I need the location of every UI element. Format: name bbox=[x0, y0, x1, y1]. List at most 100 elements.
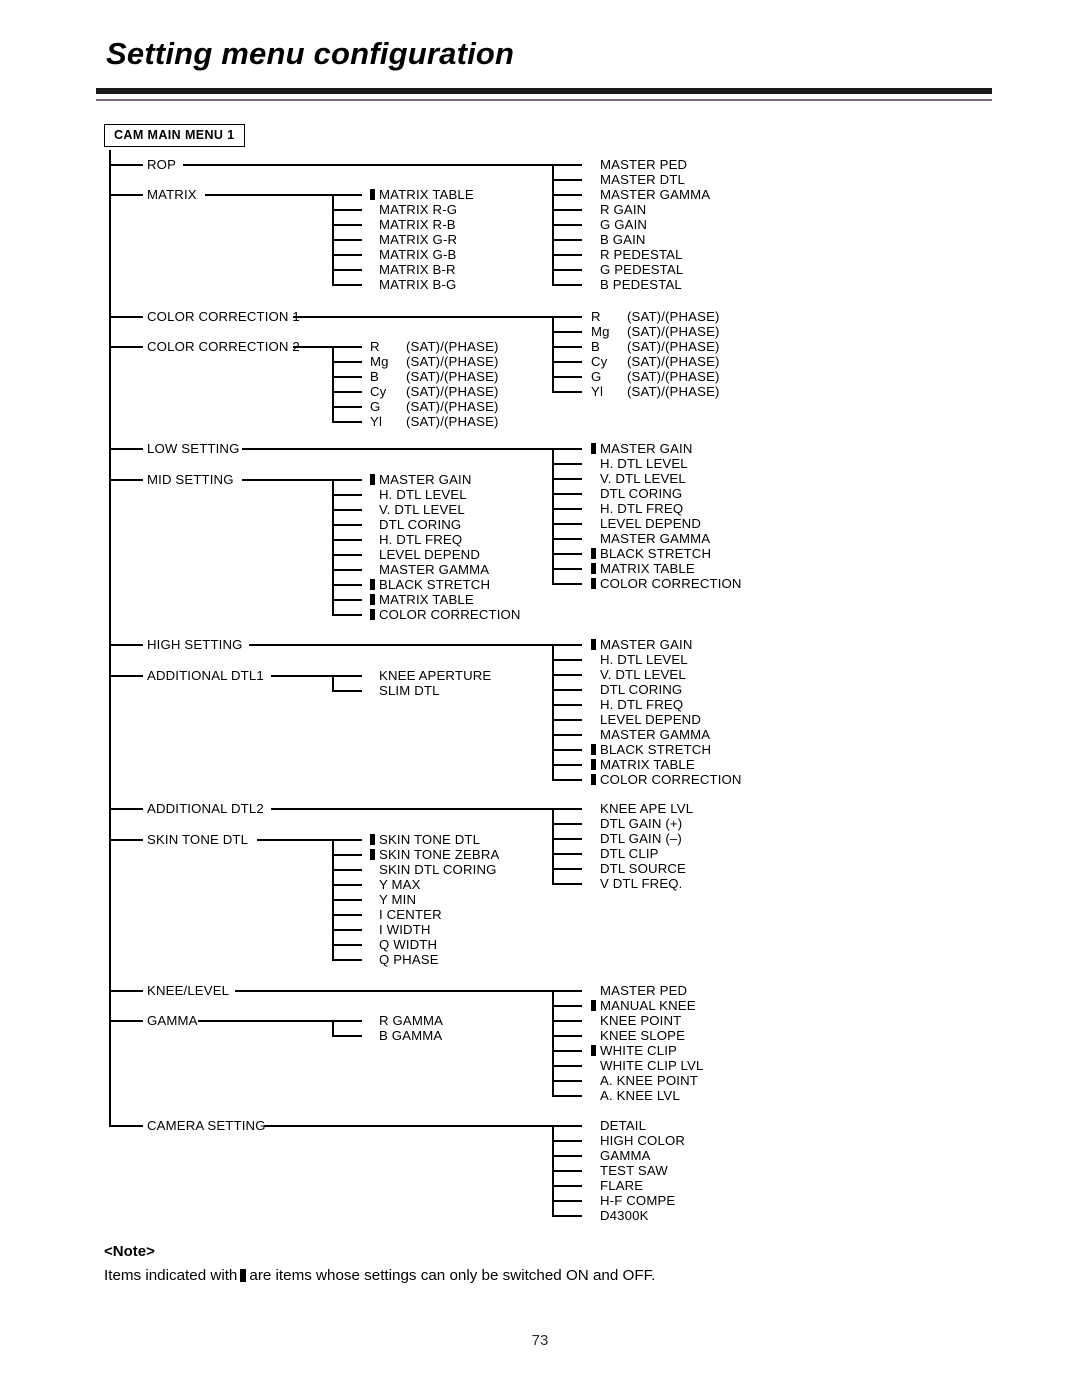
menu-item-knee-level-knee-slope[interactable]: KNEE SLOPE bbox=[591, 1029, 685, 1042]
branch-label-skin-tone-dtl[interactable]: SKIN TONE DTL bbox=[147, 833, 248, 846]
branch-label-mid-setting[interactable]: MID SETTING bbox=[147, 473, 234, 486]
menu-item-low-setting-v-dtl-level[interactable]: V. DTL LEVEL bbox=[591, 472, 686, 485]
menu-item-color-correction-2-mg-sat-phase[interactable]: Mg (SAT)/(PHASE) bbox=[370, 355, 499, 368]
menu-item-camera-setting-d4300k[interactable]: D4300K bbox=[591, 1209, 649, 1222]
menu-item-additional-dtl1-slim-dtl[interactable]: SLIM DTL bbox=[370, 684, 440, 697]
menu-item-camera-setting-h-f-compe[interactable]: H-F COMPE bbox=[591, 1194, 675, 1207]
menu-item-rop-r-pedestal[interactable]: R PEDESTAL bbox=[591, 248, 683, 261]
menu-item-additional-dtl2-knee-ape-lvl[interactable]: KNEE APE LVL bbox=[591, 802, 693, 815]
menu-item-color-correction-1-mg-sat-phase[interactable]: Mg (SAT)/(PHASE) bbox=[591, 325, 720, 338]
menu-item-skin-tone-dtl-skin-dtl-coring[interactable]: SKIN DTL CORING bbox=[370, 863, 497, 876]
branch-label-additional-dtl1[interactable]: ADDITIONAL DTL1 bbox=[147, 669, 264, 682]
menu-item-skin-tone-dtl-skin-tone-zebra[interactable]: SKIN TONE ZEBRA bbox=[370, 848, 499, 861]
menu-item-additional-dtl2-dtl-gain[interactable]: DTL GAIN (–) bbox=[591, 832, 682, 845]
menu-item-color-correction-2-yl-sat-phase[interactable]: Yl (SAT)/(PHASE) bbox=[370, 415, 499, 428]
menu-item-color-correction-2-cy-sat-phase[interactable]: Cy (SAT)/(PHASE) bbox=[370, 385, 499, 398]
menu-item-high-setting-master-gamma[interactable]: MASTER GAMMA bbox=[591, 728, 710, 741]
menu-item-rop-master-ped[interactable]: MASTER PED bbox=[591, 158, 687, 171]
menu-item-knee-level-white-clip-lvl[interactable]: WHITE CLIP LVL bbox=[591, 1059, 703, 1072]
menu-item-additional-dtl2-dtl-clip[interactable]: DTL CLIP bbox=[591, 847, 659, 860]
menu-item-high-setting-black-stretch[interactable]: BLACK STRETCH bbox=[591, 743, 711, 756]
branch-label-color-correction-2[interactable]: COLOR CORRECTION 2 bbox=[147, 340, 300, 353]
menu-item-camera-setting-detail[interactable]: DETAIL bbox=[591, 1119, 646, 1132]
menu-item-high-setting-level-depend[interactable]: LEVEL DEPEND bbox=[591, 713, 701, 726]
menu-item-low-setting-level-depend[interactable]: LEVEL DEPEND bbox=[591, 517, 701, 530]
menu-item-camera-setting-flare[interactable]: FLARE bbox=[591, 1179, 643, 1192]
menu-item-high-setting-matrix-table[interactable]: MATRIX TABLE bbox=[591, 758, 695, 771]
menu-item-knee-level-knee-point[interactable]: KNEE POINT bbox=[591, 1014, 681, 1027]
menu-item-high-setting-h-dtl-level[interactable]: H. DTL LEVEL bbox=[591, 653, 688, 666]
menu-item-color-correction-2-b-sat-phase[interactable]: B (SAT)/(PHASE) bbox=[370, 370, 499, 383]
branch-label-additional-dtl2[interactable]: ADDITIONAL DTL2 bbox=[147, 802, 264, 815]
menu-item-additional-dtl2-dtl-gain[interactable]: DTL GAIN (+) bbox=[591, 817, 682, 830]
menu-item-matrix-matrix-b-g[interactable]: MATRIX B-G bbox=[370, 278, 456, 291]
menu-item-mid-setting-h-dtl-level[interactable]: H. DTL LEVEL bbox=[370, 488, 467, 501]
menu-item-camera-setting-high-color[interactable]: HIGH COLOR bbox=[591, 1134, 685, 1147]
menu-item-mid-setting-master-gamma[interactable]: MASTER GAMMA bbox=[370, 563, 489, 576]
menu-item-low-setting-master-gain[interactable]: MASTER GAIN bbox=[591, 442, 693, 455]
menu-item-low-setting-dtl-coring[interactable]: DTL CORING bbox=[591, 487, 682, 500]
menu-item-matrix-matrix-r-g[interactable]: MATRIX R-G bbox=[370, 203, 457, 216]
menu-item-knee-level-a-knee-lvl[interactable]: A. KNEE LVL bbox=[591, 1089, 680, 1102]
menu-item-skin-tone-dtl-i-center[interactable]: I CENTER bbox=[370, 908, 442, 921]
menu-item-skin-tone-dtl-q-width[interactable]: Q WIDTH bbox=[370, 938, 437, 951]
menu-item-low-setting-master-gamma[interactable]: MASTER GAMMA bbox=[591, 532, 710, 545]
menu-item-high-setting-color-correction[interactable]: COLOR CORRECTION bbox=[591, 773, 742, 786]
menu-item-rop-b-pedestal[interactable]: B PEDESTAL bbox=[591, 278, 682, 291]
menu-item-camera-setting-test-saw[interactable]: TEST SAW bbox=[591, 1164, 668, 1177]
menu-item-knee-level-manual-knee[interactable]: MANUAL KNEE bbox=[591, 999, 696, 1012]
menu-item-mid-setting-color-correction[interactable]: COLOR CORRECTION bbox=[370, 608, 521, 621]
menu-item-rop-g-pedestal[interactable]: G PEDESTAL bbox=[591, 263, 683, 276]
menu-item-high-setting-v-dtl-level[interactable]: V. DTL LEVEL bbox=[591, 668, 686, 681]
menu-item-rop-g-gain[interactable]: G GAIN bbox=[591, 218, 647, 231]
menu-item-color-correction-1-b-sat-phase[interactable]: B (SAT)/(PHASE) bbox=[591, 340, 720, 353]
menu-item-high-setting-h-dtl-freq[interactable]: H. DTL FREQ bbox=[591, 698, 683, 711]
menu-item-high-setting-dtl-coring[interactable]: DTL CORING bbox=[591, 683, 682, 696]
menu-item-color-correction-2-r-sat-phase[interactable]: R (SAT)/(PHASE) bbox=[370, 340, 499, 353]
menu-item-additional-dtl1-knee-aperture[interactable]: KNEE APERTURE bbox=[370, 669, 491, 682]
menu-item-mid-setting-matrix-table[interactable]: MATRIX TABLE bbox=[370, 593, 474, 606]
menu-item-knee-level-white-clip[interactable]: WHITE CLIP bbox=[591, 1044, 677, 1057]
menu-item-skin-tone-dtl-y-min[interactable]: Y MIN bbox=[370, 893, 416, 906]
menu-item-low-setting-h-dtl-level[interactable]: H. DTL LEVEL bbox=[591, 457, 688, 470]
menu-item-skin-tone-dtl-i-width[interactable]: I WIDTH bbox=[370, 923, 431, 936]
menu-item-mid-setting-h-dtl-freq[interactable]: H. DTL FREQ bbox=[370, 533, 462, 546]
menu-item-additional-dtl2-dtl-source[interactable]: DTL SOURCE bbox=[591, 862, 686, 875]
menu-item-knee-level-master-ped[interactable]: MASTER PED bbox=[591, 984, 687, 997]
menu-item-additional-dtl2-v-dtl-freq[interactable]: V DTL FREQ. bbox=[591, 877, 683, 890]
branch-label-color-correction-1[interactable]: COLOR CORRECTION 1 bbox=[147, 310, 300, 323]
branch-label-high-setting[interactable]: HIGH SETTING bbox=[147, 638, 243, 651]
menu-item-camera-setting-gamma[interactable]: GAMMA bbox=[591, 1149, 651, 1162]
menu-item-low-setting-black-stretch[interactable]: BLACK STRETCH bbox=[591, 547, 711, 560]
menu-item-matrix-matrix-table[interactable]: MATRIX TABLE bbox=[370, 188, 474, 201]
menu-item-rop-master-dtl[interactable]: MASTER DTL bbox=[591, 173, 685, 186]
branch-label-gamma[interactable]: GAMMA bbox=[147, 1014, 198, 1027]
menu-item-color-correction-1-yl-sat-phase[interactable]: Yl (SAT)/(PHASE) bbox=[591, 385, 720, 398]
branch-label-low-setting[interactable]: LOW SETTING bbox=[147, 442, 240, 455]
menu-item-matrix-matrix-g-b[interactable]: MATRIX G-B bbox=[370, 248, 456, 261]
menu-item-rop-master-gamma[interactable]: MASTER GAMMA bbox=[591, 188, 710, 201]
menu-item-skin-tone-dtl-skin-tone-dtl[interactable]: SKIN TONE DTL bbox=[370, 833, 480, 846]
branch-label-matrix[interactable]: MATRIX bbox=[147, 188, 197, 201]
menu-item-mid-setting-dtl-coring[interactable]: DTL CORING bbox=[370, 518, 461, 531]
menu-item-skin-tone-dtl-q-phase[interactable]: Q PHASE bbox=[370, 953, 439, 966]
menu-item-matrix-matrix-g-r[interactable]: MATRIX G-R bbox=[370, 233, 457, 246]
menu-item-rop-r-gain[interactable]: R GAIN bbox=[591, 203, 646, 216]
menu-item-gamma-b-gamma[interactable]: B GAMMA bbox=[370, 1029, 442, 1042]
menu-item-low-setting-color-correction[interactable]: COLOR CORRECTION bbox=[591, 577, 742, 590]
menu-item-mid-setting-level-depend[interactable]: LEVEL DEPEND bbox=[370, 548, 480, 561]
menu-item-matrix-matrix-r-b[interactable]: MATRIX R-B bbox=[370, 218, 456, 231]
menu-item-mid-setting-master-gain[interactable]: MASTER GAIN bbox=[370, 473, 472, 486]
menu-item-color-correction-1-g-sat-phase[interactable]: G (SAT)/(PHASE) bbox=[591, 370, 720, 383]
menu-item-matrix-matrix-b-r[interactable]: MATRIX B-R bbox=[370, 263, 456, 276]
menu-item-low-setting-matrix-table[interactable]: MATRIX TABLE bbox=[591, 562, 695, 575]
branch-label-camera-setting[interactable]: CAMERA SETTING bbox=[147, 1119, 266, 1132]
menu-item-color-correction-1-r-sat-phase[interactable]: R (SAT)/(PHASE) bbox=[591, 310, 720, 323]
branch-label-knee-level[interactable]: KNEE/LEVEL bbox=[147, 984, 229, 997]
menu-item-skin-tone-dtl-y-max[interactable]: Y MAX bbox=[370, 878, 421, 891]
menu-item-gamma-r-gamma[interactable]: R GAMMA bbox=[370, 1014, 443, 1027]
menu-item-color-correction-2-g-sat-phase[interactable]: G (SAT)/(PHASE) bbox=[370, 400, 499, 413]
branch-label-rop[interactable]: ROP bbox=[147, 158, 176, 171]
menu-item-high-setting-master-gain[interactable]: MASTER GAIN bbox=[591, 638, 693, 651]
menu-item-knee-level-a-knee-point[interactable]: A. KNEE POINT bbox=[591, 1074, 698, 1087]
